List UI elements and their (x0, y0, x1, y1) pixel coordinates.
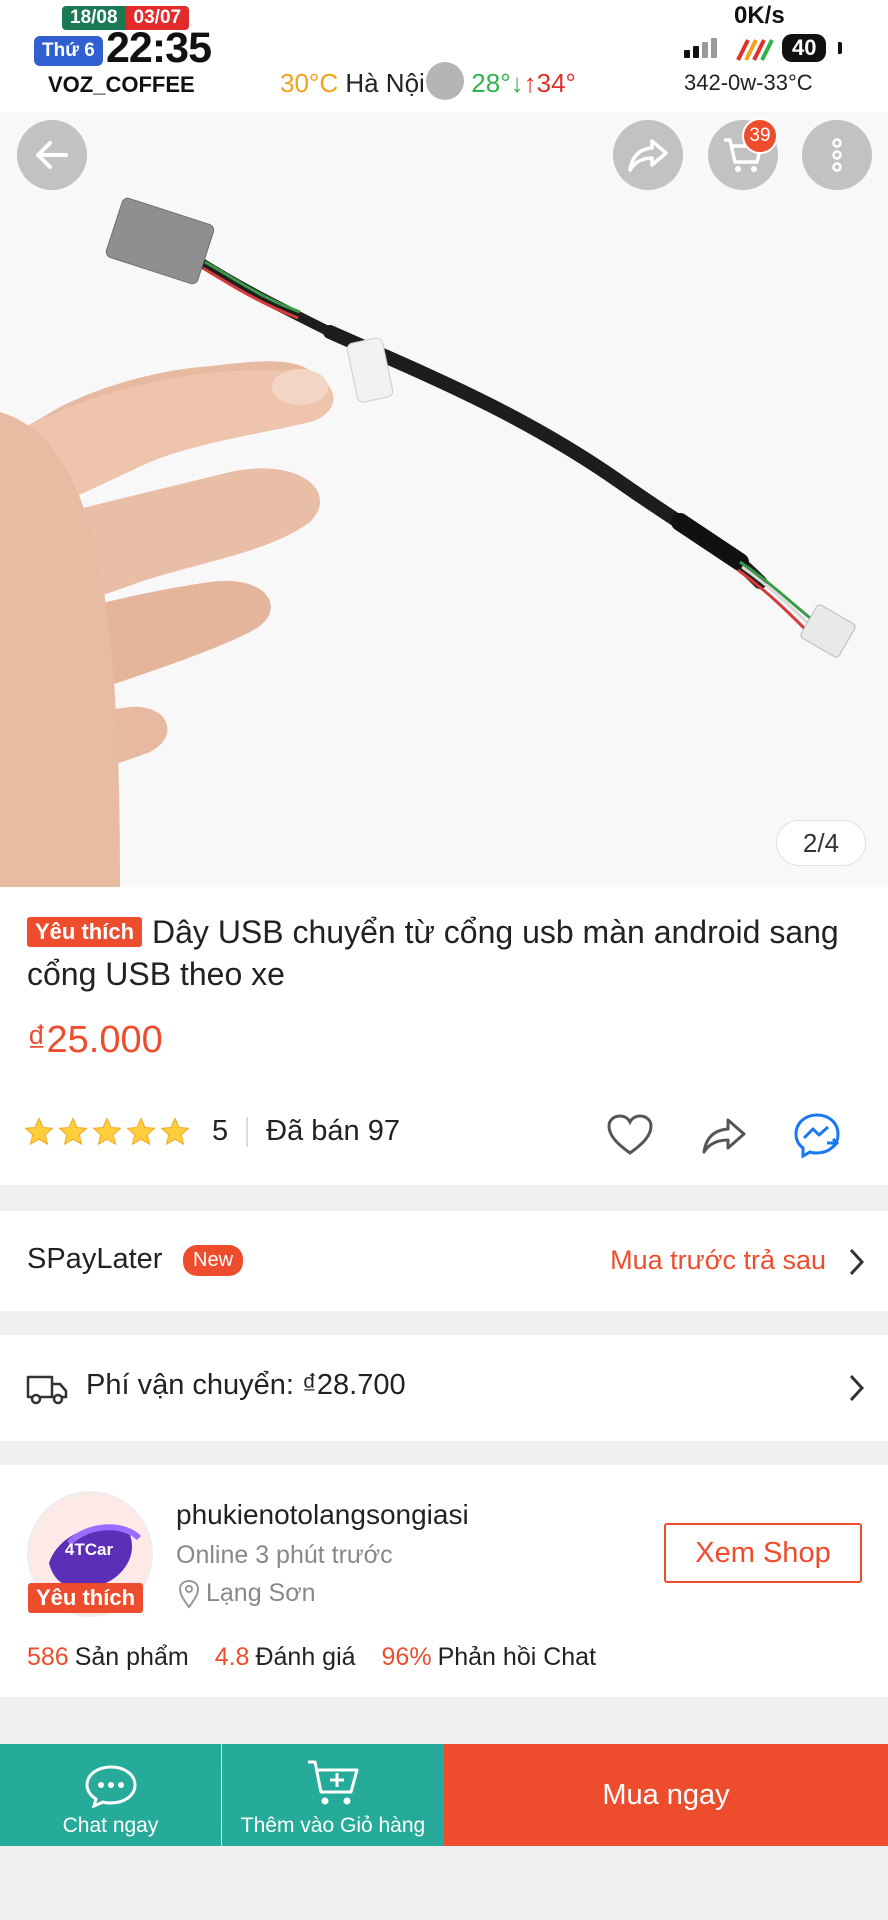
add-to-cart-label: Thêm vào Giỏ hàng (240, 1814, 426, 1837)
favorite-tag: Yêu thích (27, 917, 143, 947)
status-bar: 18/08 03/07 Thứ 6 22:35 VOZ_COFFEE 30°C … (0, 0, 888, 112)
location-pin-icon (178, 1579, 200, 1609)
more-vertical-icon (832, 138, 842, 172)
shop-online-status: Online 3 phút trước (176, 1541, 393, 1569)
shop-rating: 4.8 (214, 1643, 250, 1671)
carrier-icon (736, 39, 774, 61)
battery-icon: 40 (782, 34, 827, 62)
spaylater-row[interactable]: SPayLater New Mua trước trả sau (0, 1211, 888, 1311)
divider (246, 1116, 249, 1147)
star-icon (92, 1116, 122, 1145)
product-page: 18/08 03/07 Thứ 6 22:35 VOZ_COFFEE 30°C … (0, 0, 888, 1920)
add-to-cart-icon (308, 1760, 359, 1805)
bottom-action-bar: Chat ngay Thêm vào Giỏ hàng Mua ngay (0, 1744, 888, 1846)
cart-count-badge: 39 (742, 118, 778, 154)
star-icon (160, 1116, 190, 1145)
sold-count: Đã bán 97 (266, 1115, 400, 1147)
weather-min: 28°↓ (471, 68, 524, 98)
shop-logo-text: 4TCar (65, 1540, 114, 1559)
star-icon (126, 1116, 156, 1145)
product-title-block: Yêu thích Dây USB chuyển từ cổng usb màn … (27, 911, 867, 995)
arrow-left-icon (36, 141, 68, 169)
messenger-share-button[interactable] (790, 1107, 846, 1163)
system-info: 342-0w-33°C (684, 70, 813, 95)
chat-now-button[interactable]: Chat ngay (0, 1744, 221, 1846)
new-badge: New (183, 1245, 244, 1276)
spaylater-label: SPayLater (27, 1243, 163, 1275)
shop-stats: 586 Sản phẩm 4.8 Đánh giá 96% Phản hồi Chat (27, 1643, 596, 1672)
weather-city: Hà Nội (345, 68, 425, 98)
product-info: Yêu thích Dây USB chuyển từ cổng usb màn … (0, 887, 888, 1185)
product-title: Dây USB chuyển từ cổng usb màn android s… (27, 914, 839, 992)
chat-now-label: Chat ngay (62, 1814, 159, 1837)
star-icon (24, 1116, 54, 1145)
status-label: VOZ_COFFEE (48, 72, 195, 97)
chevron-right-icon (849, 1248, 865, 1276)
share-icon (702, 1118, 746, 1154)
chevron-right-icon (849, 1374, 865, 1402)
rating-stars (24, 1116, 190, 1147)
shop-name: phukienotolangsongiasi (176, 1499, 469, 1530)
heart-icon (607, 1114, 653, 1155)
share-product-button[interactable] (696, 1107, 752, 1163)
share-icon (628, 139, 668, 172)
weekday-badge: Thứ 6 (34, 36, 103, 66)
view-shop-button[interactable]: Xem Shop (664, 1523, 862, 1583)
chat-response-rate: 96% (381, 1643, 432, 1671)
share-button[interactable] (613, 120, 683, 190)
image-pager: 2/4 (776, 820, 866, 866)
clock: 22:35 (106, 24, 212, 72)
network-speed: 0K/s (734, 2, 785, 29)
like-button[interactable] (602, 1107, 658, 1163)
shop-favorite-tag: Yêu thích (28, 1583, 144, 1613)
rating-row: 5 Đã bán 97 (24, 1115, 400, 1148)
chat-bubble-icon (84, 1765, 137, 1808)
spaylater-link: Mua trước trả sau (610, 1245, 826, 1275)
truck-icon (26, 1375, 68, 1405)
more-options-button[interactable] (802, 120, 872, 190)
messenger-icon (794, 1113, 840, 1159)
weather-max: ↑34° (523, 68, 576, 98)
add-to-cart-button[interactable]: Thêm vào Giỏ hàng (222, 1744, 444, 1846)
rating-value: 5 (212, 1115, 229, 1147)
product-count-label: Sản phẩm (74, 1643, 189, 1671)
weather-icon (426, 62, 465, 101)
buy-now-button[interactable]: Mua ngay (444, 1744, 888, 1846)
star-icon (58, 1116, 88, 1145)
shop-card: 4TCar Yêu thích phukienotolangsongiasi O… (0, 1465, 888, 1697)
weather-widget: 30°C Hà Nội 28°↓↑34° (280, 62, 576, 101)
weather-temp: 30°C (280, 68, 339, 98)
shipping-fee: Phí vận chuyển: ₫28.700 (86, 1369, 406, 1401)
battery-nub (838, 42, 842, 54)
product-count: 586 (27, 1643, 69, 1671)
shipping-row[interactable]: Phí vận chuyển: ₫28.700 (0, 1335, 888, 1441)
shop-location: Lạng Sơn (206, 1579, 316, 1607)
product-photo (0, 197, 856, 887)
signal-icon (684, 38, 717, 58)
shop-rating-label: Đánh giá (255, 1643, 356, 1671)
product-image[interactable] (0, 112, 888, 887)
product-price: ₫25.000 (27, 1019, 163, 1061)
chat-response-label: Phản hồi Chat (437, 1643, 597, 1671)
back-button[interactable] (17, 120, 87, 190)
